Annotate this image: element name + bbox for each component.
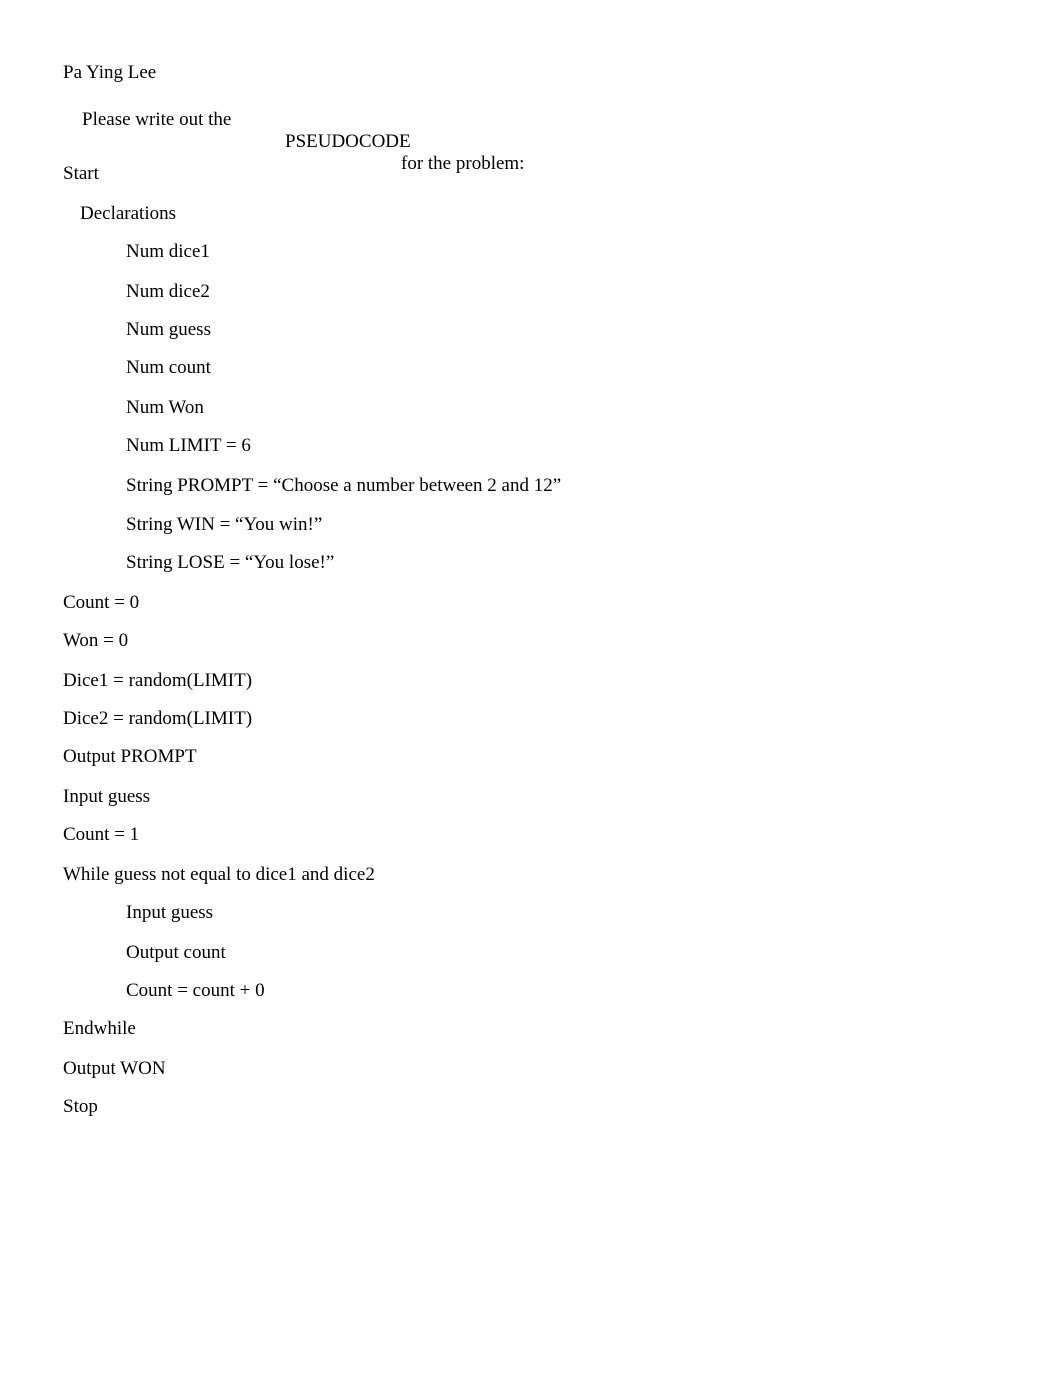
- pseudocode-line: Input guess: [126, 902, 214, 923]
- pseudocode-line: String PROMPT = “Choose a number between…: [126, 475, 562, 496]
- instruction-line: Please write out the PSEUDOCODE for the …: [63, 87, 524, 197]
- pseudocode-line: Dice2 = random(LIMIT): [63, 708, 253, 729]
- pseudocode-line: Won = 0: [63, 630, 129, 651]
- pseudocode-line: Count = 0: [63, 592, 140, 613]
- pseudocode-line: Num dice1: [126, 241, 210, 262]
- instruction-keyword: PSEUDOCODE: [285, 131, 411, 152]
- pseudocode-line: String LOSE = “You lose!”: [126, 552, 335, 573]
- pseudocode-line: Num LIMIT = 6: [126, 435, 251, 456]
- pseudocode-line: Count = count + 0: [126, 980, 265, 1001]
- instruction-prefix: Please write out the: [82, 109, 232, 130]
- pseudocode-line: Output WON: [63, 1058, 166, 1079]
- pseudocode-line-declarations: Declarations: [80, 203, 177, 224]
- pseudocode-line-start: Start: [63, 163, 99, 184]
- pseudocode-line: Count = 1: [63, 824, 140, 845]
- instruction-suffix: for the problem:: [401, 153, 525, 174]
- pseudocode-line-stop: Stop: [63, 1096, 98, 1117]
- pseudocode-line: Num guess: [126, 319, 211, 340]
- pseudocode-line: Dice1 = random(LIMIT): [63, 670, 253, 691]
- author-name: Pa Ying Lee: [63, 62, 157, 83]
- pseudocode-line: String WIN = “You win!”: [126, 514, 323, 535]
- pseudocode-line-endwhile: Endwhile: [63, 1018, 136, 1039]
- pseudocode-line-while: While guess not equal to dice1 and dice2: [63, 864, 375, 885]
- pseudocode-line: Input guess: [63, 786, 151, 807]
- pseudocode-line: Output PROMPT: [63, 746, 197, 767]
- pseudocode-line: Num count: [126, 357, 211, 378]
- pseudocode-line: Output count: [126, 942, 226, 963]
- pseudocode-line: Num dice2: [126, 281, 210, 302]
- pseudocode-line: Num Won: [126, 397, 204, 418]
